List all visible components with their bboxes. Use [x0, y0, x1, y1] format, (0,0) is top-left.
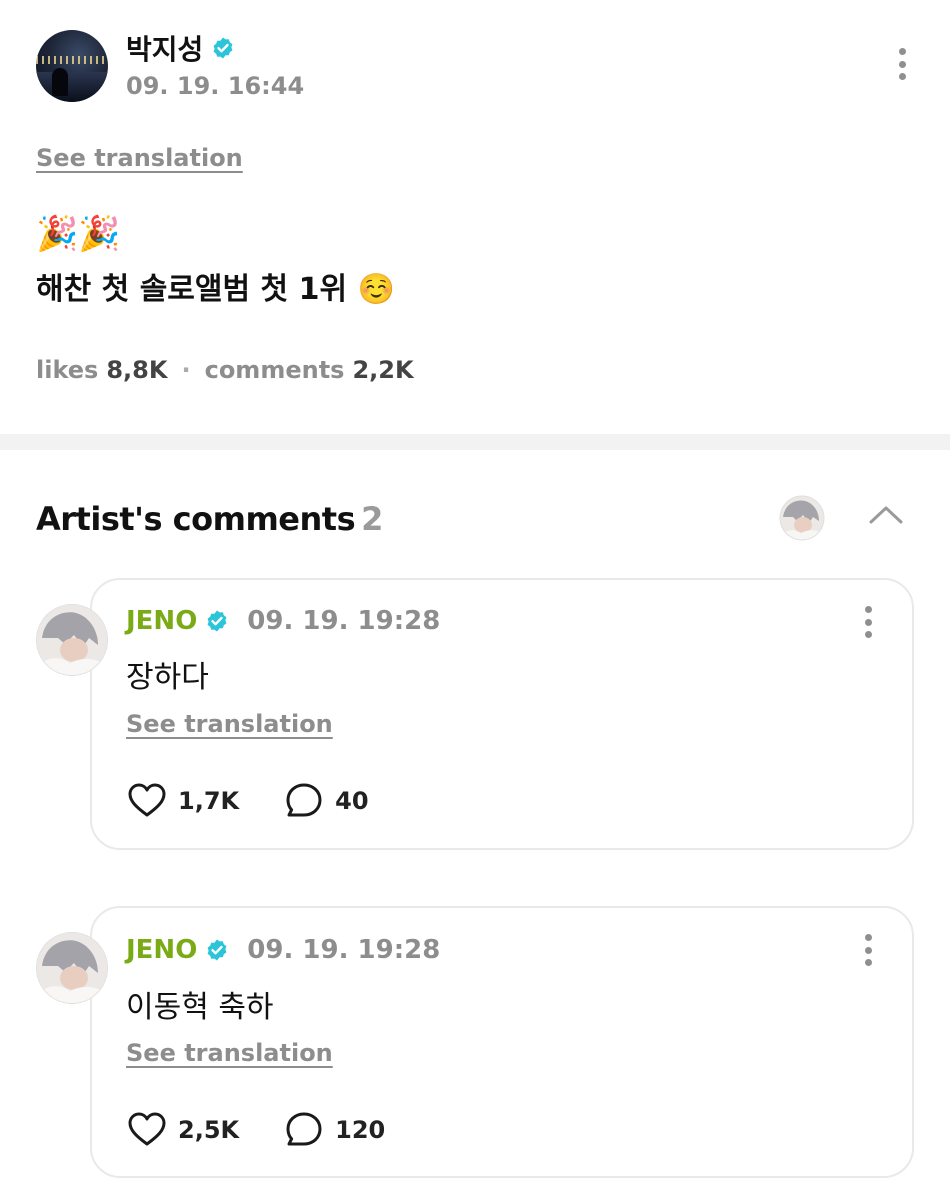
- comment-header: JENO 09. 19. 19:28: [126, 606, 440, 636]
- artist-avatar-small[interactable]: [779, 495, 825, 541]
- more-vertical-icon[interactable]: [858, 602, 878, 642]
- heart-icon[interactable]: [126, 780, 168, 822]
- see-translation-link[interactable]: See translation: [36, 144, 243, 172]
- comment-text: 장하다: [126, 660, 209, 695]
- post-timestamp: 09. 19. 16:44: [126, 72, 305, 100]
- comment-timestamp: 09. 19. 19:28: [247, 935, 441, 965]
- separator-dot: ·: [181, 356, 191, 384]
- comment-header: JENO 09. 19. 19:28: [126, 935, 440, 965]
- likes-count: 8,8K: [106, 356, 168, 384]
- verified-badge-icon: [207, 610, 227, 632]
- comment-timestamp: 09. 19. 19:28: [247, 606, 441, 636]
- chevron-up-icon[interactable]: [866, 500, 906, 530]
- author-avatar[interactable]: [36, 30, 108, 102]
- comments-count[interactable]: 2,2K: [352, 356, 413, 384]
- see-translation-link[interactable]: See translation: [126, 1039, 333, 1067]
- verified-badge-icon: [213, 37, 233, 59]
- post-body: 해찬 첫 솔로앨범 첫 1위: [36, 272, 348, 307]
- see-translation-link[interactable]: See translation: [126, 710, 333, 738]
- more-vertical-icon[interactable]: [858, 930, 878, 970]
- comment-bubble-icon[interactable]: [283, 780, 325, 822]
- comment-actions: 1,7K 40: [126, 780, 369, 822]
- post: 박지성 09. 19. 16:44 See translation 🎉🎉 해찬 …: [0, 0, 950, 434]
- commenter-name[interactable]: JENO: [126, 606, 197, 636]
- author-name[interactable]: 박지성: [126, 28, 203, 68]
- post-text: 해찬 첫 솔로앨범 첫 1위 ☺️: [36, 264, 395, 308]
- like-count: 2,5K: [178, 1116, 240, 1144]
- commenter-name[interactable]: JENO: [126, 935, 197, 965]
- like-count: 1,7K: [178, 787, 240, 815]
- commenter-avatar[interactable]: [36, 604, 108, 676]
- likes-label: likes: [36, 356, 99, 384]
- commenter-avatar[interactable]: [36, 932, 108, 1004]
- more-vertical-icon[interactable]: [892, 44, 912, 84]
- party-emojis: 🎉🎉: [36, 214, 121, 254]
- comments-label[interactable]: comments: [205, 356, 345, 384]
- reply-count: 40: [335, 787, 369, 815]
- reply-count: 120: [335, 1116, 386, 1144]
- comment-bubble-icon[interactable]: [283, 1109, 325, 1151]
- author-name-row[interactable]: 박지성: [126, 28, 235, 68]
- heart-icon[interactable]: [126, 1109, 168, 1151]
- comment-actions: 2,5K 120: [126, 1109, 385, 1151]
- comment-text: 이동혁 축하: [126, 990, 274, 1025]
- post-stats: likes 8,8K · comments 2,2K: [36, 356, 414, 384]
- verified-badge-icon: [207, 939, 227, 961]
- section-title-text: Artist's comments: [36, 500, 356, 538]
- section-count: 2: [361, 500, 383, 538]
- smile-emoji: ☺️: [357, 272, 395, 307]
- section-divider: [0, 434, 950, 450]
- artist-comments-title: Artist's comments 2: [36, 500, 383, 538]
